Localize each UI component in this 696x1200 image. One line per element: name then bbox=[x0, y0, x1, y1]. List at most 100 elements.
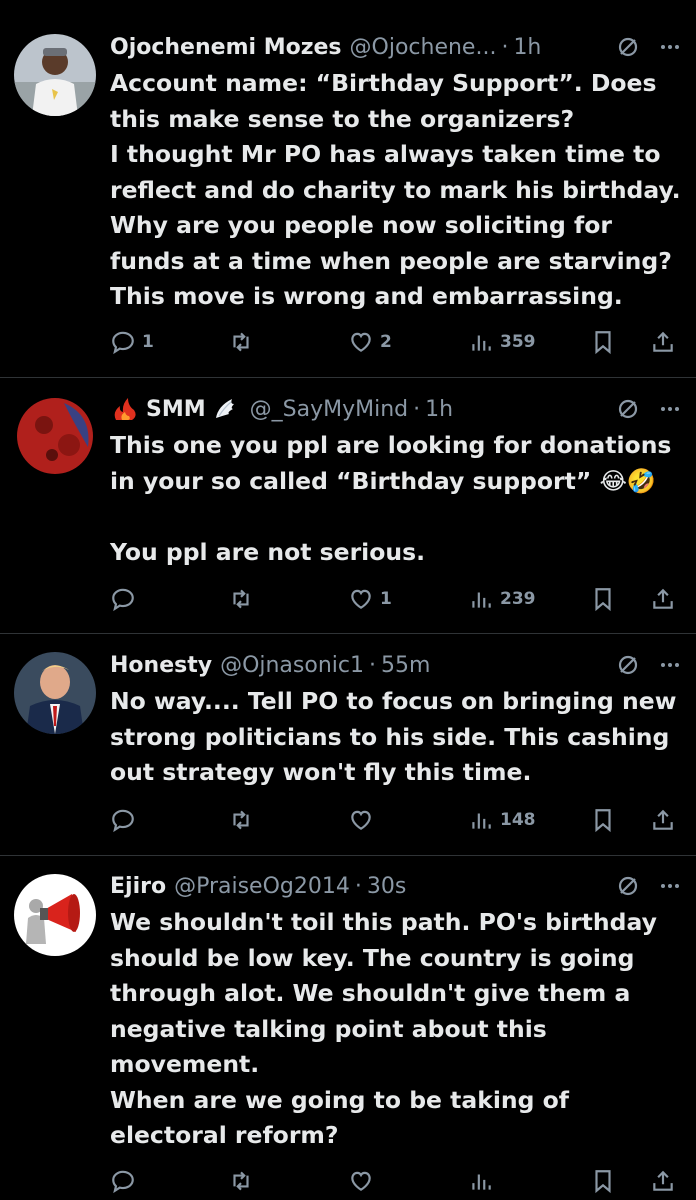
heart-icon bbox=[351, 589, 371, 609]
avatar[interactable] bbox=[14, 652, 96, 734]
share-icon bbox=[653, 809, 673, 830]
reply-button[interactable]: 1 bbox=[110, 327, 154, 357]
tweet-header: SMM @_SayMyMind · 1h bbox=[110, 392, 682, 426]
grok-icon[interactable] bbox=[616, 35, 640, 59]
views-button[interactable]: 148 bbox=[468, 805, 536, 835]
more-icon[interactable] bbox=[658, 874, 682, 898]
tweet-line: You ppl are not serious. bbox=[110, 537, 426, 566]
views-button[interactable]: 239 bbox=[468, 584, 536, 614]
tweet-actions: 1 239 bbox=[110, 584, 682, 614]
like-button[interactable]: 2 bbox=[348, 327, 392, 357]
views-count: 359 bbox=[500, 332, 536, 352]
divider bbox=[0, 855, 696, 856]
retweet-icon bbox=[233, 1171, 249, 1191]
tweet-time[interactable]: 30s bbox=[367, 874, 406, 899]
share-button[interactable] bbox=[650, 327, 676, 357]
views-icon bbox=[472, 335, 491, 351]
reply-icon bbox=[112, 1170, 134, 1194]
avatar-image-icon bbox=[14, 395, 96, 477]
views-count: 239 bbox=[500, 589, 536, 609]
tweet-text: Account name: “Birthday Support”. Does t… bbox=[110, 66, 685, 315]
tweet-text: No way.... Tell PO to focus on bringing … bbox=[110, 684, 685, 791]
tweet-line: should be low key. The country is going bbox=[110, 943, 635, 972]
tweet-line: electoral reform? bbox=[110, 1121, 339, 1149]
reply-icon bbox=[112, 588, 134, 612]
avatar[interactable] bbox=[14, 874, 96, 956]
author-name[interactable]: SMM bbox=[146, 397, 206, 422]
more-icon[interactable] bbox=[658, 397, 682, 421]
like-count: 2 bbox=[380, 332, 392, 352]
views-count: 148 bbox=[500, 810, 536, 830]
bookmark-icon bbox=[595, 809, 611, 833]
author-name[interactable]: Ojochenemi Mozes bbox=[110, 35, 342, 60]
avatar[interactable] bbox=[14, 34, 96, 116]
retweet-button[interactable] bbox=[228, 805, 260, 835]
tweet-line: funds at a time when people are starving… bbox=[110, 246, 672, 275]
retweet-button[interactable] bbox=[228, 1166, 254, 1196]
grok-icon[interactable] bbox=[616, 874, 640, 898]
like-button[interactable] bbox=[348, 805, 380, 835]
share-button[interactable] bbox=[650, 584, 676, 614]
avatar-image-icon bbox=[14, 652, 96, 734]
tweet-text: We shouldn't toil this path. PO's birthd… bbox=[110, 905, 685, 1154]
tweet-actions: 148 bbox=[110, 805, 682, 835]
avatar[interactable] bbox=[14, 395, 96, 477]
avatar-image-icon bbox=[14, 874, 96, 956]
tweet-line: movement. bbox=[110, 1050, 260, 1078]
more-icon[interactable] bbox=[658, 35, 682, 59]
tweet-line: I thought Mr PO has always taken time to bbox=[110, 140, 661, 168]
like-button[interactable]: 1 bbox=[348, 584, 392, 614]
views-button[interactable]: 359 bbox=[468, 327, 536, 357]
share-button[interactable] bbox=[650, 805, 676, 835]
views-icon bbox=[472, 1174, 491, 1190]
reply-icon bbox=[112, 809, 134, 833]
author-handle[interactable]: @Ojochene... bbox=[350, 35, 497, 60]
tweet-actions: 1 2 359 bbox=[110, 327, 682, 357]
author-name[interactable]: Honesty bbox=[110, 653, 212, 678]
bookmark-icon bbox=[595, 588, 611, 612]
retweet-icon bbox=[233, 810, 249, 830]
reply-button[interactable] bbox=[110, 805, 142, 835]
bookmark-button[interactable] bbox=[590, 584, 616, 614]
tweet-line: in your so called “Birthday support” 😂🤣 bbox=[110, 466, 657, 495]
tweet-line: through alot. We shouldn't give them a bbox=[110, 979, 631, 1007]
fire-emoji-icon bbox=[114, 398, 136, 420]
tweet-time[interactable]: 1h bbox=[513, 35, 541, 60]
retweet-button[interactable] bbox=[228, 584, 260, 614]
retweet-icon bbox=[233, 332, 249, 352]
tweet-line: We shouldn't toil this path. PO's birthd… bbox=[110, 908, 657, 936]
wing-badge-icon bbox=[212, 396, 238, 422]
retweet-button[interactable] bbox=[228, 327, 260, 357]
heart-icon bbox=[351, 332, 371, 352]
tweet-line: reflect and do charity to mark his birth… bbox=[110, 175, 681, 204]
grok-icon[interactable] bbox=[616, 653, 640, 677]
share-button[interactable] bbox=[650, 1166, 676, 1196]
bookmark-button[interactable] bbox=[590, 327, 616, 357]
grok-icon[interactable] bbox=[616, 397, 640, 421]
tweet-line: No way.... Tell PO to focus on bringing … bbox=[110, 687, 677, 715]
tweet-header: Honesty @Ojnasonic1 · 55m bbox=[110, 648, 682, 682]
separator-dot: · bbox=[413, 396, 421, 422]
views-icon bbox=[472, 592, 491, 608]
heart-icon bbox=[351, 1171, 371, 1191]
author-handle[interactable]: @_SayMyMind bbox=[250, 397, 408, 422]
author-handle[interactable]: @Ojnasonic1 bbox=[220, 653, 364, 678]
author-name[interactable]: Ejiro bbox=[110, 874, 166, 899]
tweet-line: out strategy won't fly this time. bbox=[110, 758, 532, 786]
views-icon bbox=[472, 813, 491, 829]
author-handle[interactable]: @PraiseOg2014 bbox=[174, 874, 350, 899]
tweet-header: Ejiro @PraiseOg2014 · 30s bbox=[110, 869, 682, 903]
reply-button[interactable] bbox=[110, 1166, 136, 1196]
tweet-time[interactable]: 1h bbox=[425, 397, 453, 422]
tweet-time[interactable]: 55m bbox=[381, 653, 430, 678]
like-button[interactable] bbox=[348, 1166, 374, 1196]
tweet-line: When are we going to be taking of bbox=[110, 1085, 570, 1114]
reply-button[interactable] bbox=[110, 584, 142, 614]
reply-count: 1 bbox=[142, 332, 154, 352]
bookmark-button[interactable] bbox=[590, 805, 616, 835]
bookmark-button[interactable] bbox=[590, 1166, 616, 1196]
views-button[interactable] bbox=[468, 1166, 494, 1196]
separator-dot: · bbox=[369, 652, 376, 678]
tweet-line: strong politicians to his side. This cas… bbox=[110, 722, 670, 751]
more-icon[interactable] bbox=[658, 653, 682, 677]
